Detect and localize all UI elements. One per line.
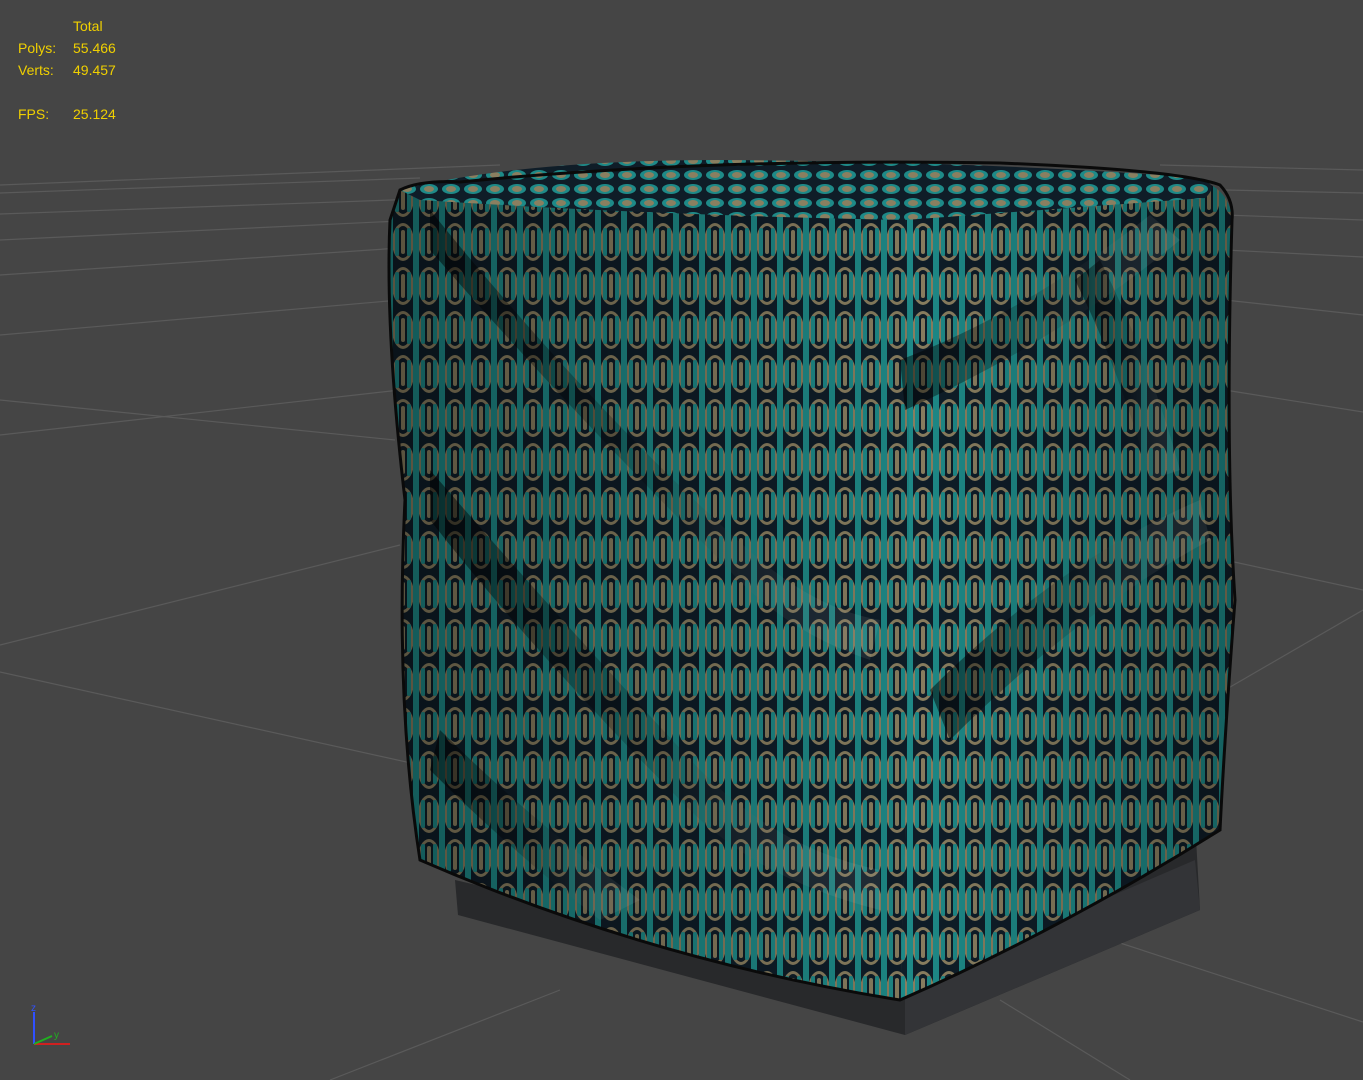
viewport-statistics: Total Polys: 55.466 Verts: 49.457 FPS: 2… <box>0 0 200 140</box>
fps-label: FPS: <box>18 106 50 122</box>
axis-gizmo-icon: z y <box>31 1003 70 1045</box>
polys-value: 55.466 <box>73 40 116 56</box>
fps-value: 25.124 <box>73 106 116 122</box>
scene-render <box>0 160 1363 1080</box>
stats-header: Total <box>73 18 103 34</box>
y-axis-label: y <box>54 1030 59 1041</box>
polys-label: Polys: <box>18 40 57 56</box>
verts-label: Verts: <box>18 62 54 78</box>
3d-viewport[interactable]: Total Polys: 55.466 Verts: 49.457 FPS: 2… <box>0 0 1363 1080</box>
z-axis-label: z <box>31 1003 36 1014</box>
verts-value: 49.457 <box>73 62 116 78</box>
